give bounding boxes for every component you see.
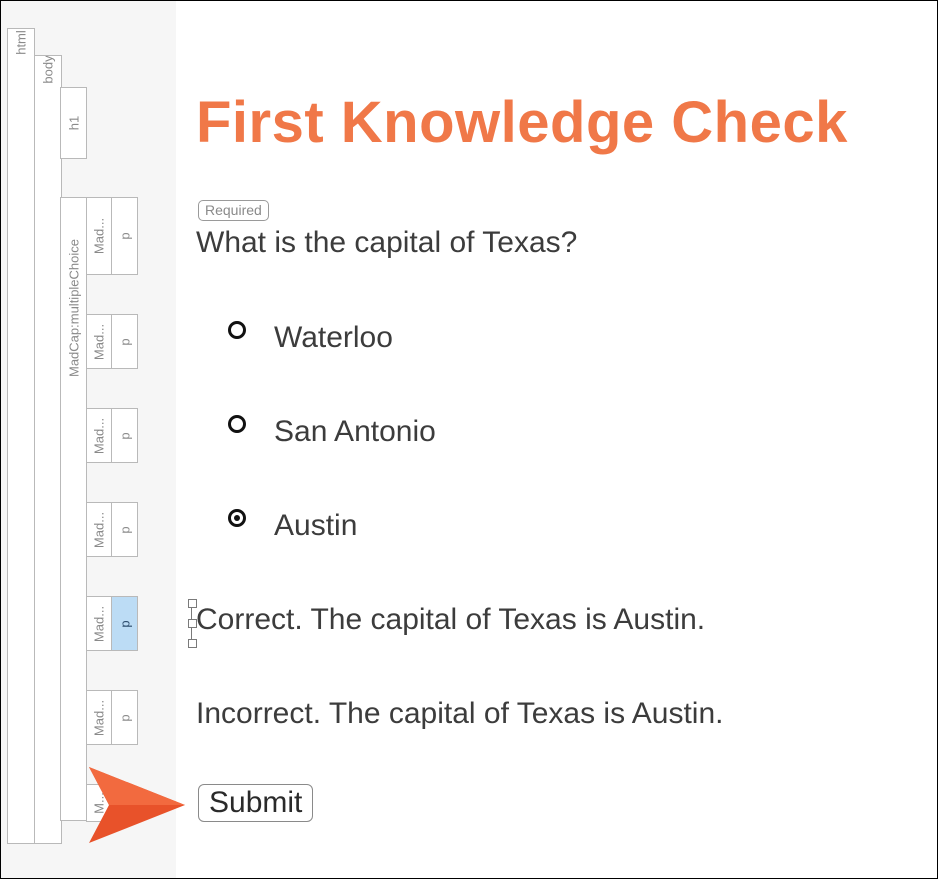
required-badge: Required (198, 200, 269, 221)
page-title: First Knowledge Check (196, 90, 848, 155)
radio-button[interactable] (228, 321, 246, 339)
question-text: What is the capital of Texas? (196, 226, 578, 259)
document-content: First Knowledge Check Required What is t… (176, 1, 937, 878)
structure-tag-madcap-5[interactable]: Mad... (86, 596, 112, 651)
choice-label: Waterloo (274, 321, 393, 354)
choice-label: Austin (274, 509, 358, 542)
radio-button-selected[interactable] (228, 509, 246, 527)
incorrect-feedback[interactable]: Incorrect. The capital of Texas is Austi… (196, 697, 724, 731)
choice-label: San Antonio (274, 415, 436, 448)
editor-frame: html body h1 MadCap:multipleChoice Mad..… (0, 0, 938, 879)
structure-tag-h1[interactable]: h1 (60, 87, 87, 159)
radio-button[interactable] (228, 415, 246, 433)
pointer-arrow-icon (89, 767, 185, 843)
structure-tag-madcap-3[interactable]: Mad... (86, 408, 112, 463)
structure-tag-madcap-4[interactable]: Mad... (86, 502, 112, 557)
correct-feedback[interactable]: Correct. The capital of Texas is Austin. (196, 603, 705, 637)
structure-tag-multiple-choice[interactable]: MadCap:multipleChoice (60, 197, 87, 821)
structure-tag-p-5-selected[interactable]: p (111, 596, 138, 651)
structure-tag-madcap-1[interactable]: Mad... (86, 197, 112, 275)
structure-tag-p-6[interactable]: p (111, 690, 138, 745)
structure-tag-p-2[interactable]: p (111, 314, 138, 369)
submit-button[interactable]: Submit (198, 784, 314, 822)
structure-tag-p-4[interactable]: p (111, 502, 138, 557)
structure-tag-p-1[interactable]: p (111, 197, 138, 275)
structure-tag-madcap-2[interactable]: Mad... (86, 314, 112, 369)
structure-tag-madcap-6[interactable]: Mad... (86, 690, 112, 745)
structure-tag-body[interactable]: body (34, 55, 62, 844)
structure-tag-p-3[interactable]: p (111, 408, 138, 463)
resize-handle-bottom[interactable] (188, 639, 197, 648)
structure-bar: html body h1 MadCap:multipleChoice Mad..… (1, 1, 176, 878)
structure-tag-html[interactable]: html (7, 28, 35, 844)
